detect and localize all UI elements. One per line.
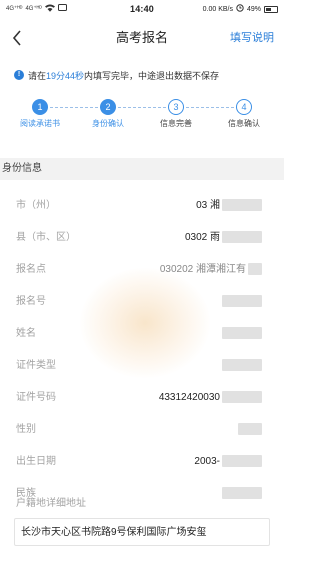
field-label: 县（市、区） <box>16 232 76 243</box>
address-field[interactable]: 长沙市天心区书院路9号保利国际广场安玺 <box>14 518 270 546</box>
field-value: 0302 雨 <box>185 222 262 254</box>
field-county: 县（市、区） 0302 雨 <box>0 222 284 254</box>
step-number: 2 <box>100 99 116 115</box>
field-value <box>220 318 262 350</box>
step-label: 身份确认 <box>92 119 124 128</box>
field-value: 43312420030 <box>159 382 262 414</box>
status-bar: 4G⁺ᴴᴰ 4G⁺ᴴᴰ 14:40 0.00 KB/s 49% <box>0 0 284 18</box>
info-icon: ! <box>14 70 24 80</box>
network-speed: 0.00 KB/s <box>202 5 233 13</box>
field-address: 户籍地详细地址 <box>0 492 284 516</box>
field-label: 出生日期 <box>16 456 56 467</box>
alarm-icon <box>236 4 244 14</box>
message-icon <box>57 4 67 14</box>
redaction-mask <box>222 199 262 212</box>
step-2: 2 身份确认 <box>82 96 134 129</box>
field-label: 市（州） <box>16 200 56 211</box>
wifi-icon <box>44 4 55 14</box>
field-value <box>220 286 262 318</box>
instructions-link[interactable]: 填写说明 <box>230 22 274 54</box>
navigation-bar: 高考报名 填写说明 <box>0 22 284 54</box>
field-value-text: 0302 雨 <box>184 232 220 243</box>
field-label: 证件号码 <box>16 392 56 403</box>
field-id-number: 证件号码 43312420030 <box>0 382 284 414</box>
field-gender: 性别 <box>0 414 284 446</box>
redaction-mask <box>222 391 262 404</box>
step-3: 3 信息完善 <box>150 96 202 129</box>
blur-redaction <box>80 268 210 378</box>
step-label: 阅读承诺书 <box>20 119 60 128</box>
redaction-mask <box>222 231 262 244</box>
address-value: 长沙市天心区书院路9号保利国际广场安玺 <box>21 527 207 538</box>
field-label: 报名点 <box>16 264 46 275</box>
field-value-text: 03 湘 <box>196 200 220 211</box>
field-value <box>236 414 262 446</box>
field-label: 报名号 <box>16 296 46 307</box>
signal-indicator-2: 4G⁺ᴴᴰ <box>25 6 42 12</box>
battery-percent: 49% <box>246 5 261 13</box>
step-4: 4 信息确认 <box>218 96 270 129</box>
redaction-mask <box>222 455 262 468</box>
redaction-mask <box>222 295 262 308</box>
field-value-text: 43312420030 <box>158 392 220 403</box>
field-value: 03 湘 <box>196 190 262 222</box>
step-number: 3 <box>168 99 184 115</box>
time-notice: ! 请在 19分44秒 内填写完毕，中途退出数据不保存 <box>14 66 274 84</box>
battery-icon <box>264 5 278 13</box>
signal-indicator: 4G⁺ᴴᴰ <box>6 6 23 12</box>
field-value: 2003- <box>194 446 262 478</box>
field-birth-date: 出生日期 2003- <box>0 446 284 478</box>
field-value-text: 2003- <box>194 456 220 467</box>
step-number: 1 <box>32 99 48 115</box>
redaction-mask <box>222 359 262 372</box>
field-label: 户籍地详细地址 <box>16 498 86 509</box>
field-city: 市（州） 03 湘 <box>0 190 284 222</box>
field-label: 性别 <box>16 424 36 435</box>
notice-prefix: 请在 <box>28 70 47 81</box>
section-header: 身份信息 <box>0 158 284 180</box>
step-label: 信息完善 <box>160 119 192 128</box>
field-value <box>220 350 262 382</box>
notice-suffix: 内填写完毕，中途退出数据不保存 <box>84 70 220 81</box>
step-1: 1 阅读承诺书 <box>14 96 66 129</box>
redaction-mask <box>238 423 262 436</box>
step-label: 信息确认 <box>228 119 260 128</box>
redaction-mask <box>222 327 262 340</box>
field-label: 证件类型 <box>16 360 56 371</box>
step-number: 4 <box>236 99 252 115</box>
field-label: 姓名 <box>16 328 36 339</box>
progress-steps: 1 阅读承诺书 2 身份确认 3 信息完善 4 信息确认 <box>14 96 270 156</box>
section-title: 身份信息 <box>2 163 42 174</box>
redaction-mask <box>248 263 262 276</box>
countdown-timer: 19分44秒 <box>46 70 85 81</box>
